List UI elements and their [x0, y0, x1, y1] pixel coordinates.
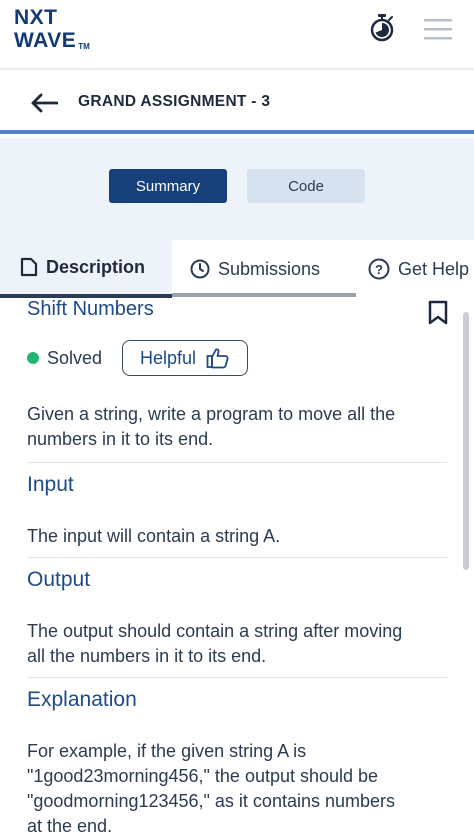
tab-get-help-label: Get Help	[398, 258, 470, 279]
status-label: Solved	[47, 347, 103, 368]
problem-tabs: Description Submissions ? Get Help	[0, 240, 474, 298]
logo-line1: NXT	[14, 6, 58, 29]
view-toggle: Summary Code	[0, 138, 474, 240]
solved-dot	[27, 352, 39, 364]
explanation-line: "goodmorning123456," as it contains numb…	[27, 791, 396, 811]
helpful-label: Helpful	[139, 347, 197, 368]
nxtwave-logo[interactable]: NXT WAVE TM	[14, 7, 90, 51]
tab-submissions[interactable]: Submissions	[190, 240, 320, 298]
description-line: Given a string, write a program to move …	[27, 404, 396, 424]
problem-title: Shift Numbers	[27, 298, 154, 320]
explanation-line: at the end.	[27, 816, 113, 833]
document-icon	[20, 257, 38, 277]
bookmark-icon[interactable]	[427, 300, 449, 326]
explanation-line: "1good23morning456," the output should b…	[27, 766, 379, 786]
tab-description-label: Description	[46, 256, 146, 277]
assignment-title: GRAND ASSIGNMENT - 3	[78, 93, 271, 110]
code-button[interactable]: Code	[247, 169, 365, 203]
clock-icon	[190, 259, 210, 279]
tab-submissions-label: Submissions	[218, 258, 321, 279]
helpful-button[interactable]: Helpful	[122, 340, 248, 376]
back-arrow-icon[interactable]	[30, 92, 58, 114]
problem-content: Shift Numbers Solved Helpful Given a str…	[0, 298, 474, 833]
divider	[27, 462, 447, 463]
question-circle-icon: ?	[368, 258, 390, 280]
content-scrollbar[interactable]	[463, 312, 469, 570]
output-line: The output should contain a string after…	[27, 621, 403, 641]
problem-description: Given a string, write a program to move …	[27, 402, 447, 452]
tab-description[interactable]: Description	[0, 240, 172, 298]
hamburger-menu-icon[interactable]	[424, 18, 452, 40]
output-line: all the numbers in it to its end.	[27, 646, 267, 666]
input-heading: Input	[27, 473, 74, 496]
stopwatch-icon[interactable]	[369, 13, 395, 43]
explanation-text: For example, if the given string A is "1…	[27, 739, 447, 833]
assignment-bar: GRAND ASSIGNMENT - 3	[0, 72, 474, 134]
divider	[27, 557, 447, 558]
description-line: numbers in it to its end.	[27, 429, 214, 449]
top-header: NXT WAVE TM	[0, 0, 474, 70]
divider	[27, 677, 447, 678]
svg-text:?: ?	[375, 262, 383, 277]
thumbs-up-icon	[206, 348, 229, 369]
output-text: The output should contain a string after…	[27, 619, 447, 669]
logo-line2: WAVE	[14, 29, 77, 52]
explanation-line: For example, if the given string A is	[27, 741, 307, 761]
tabs-underline	[172, 293, 356, 297]
tab-get-help[interactable]: ? Get Help	[368, 240, 469, 298]
summary-button[interactable]: Summary	[109, 169, 227, 203]
solved-status: Solved	[27, 340, 102, 376]
output-heading: Output	[27, 568, 91, 591]
explanation-heading: Explanation	[27, 688, 137, 711]
input-text: The input will contain a string A.	[27, 526, 281, 546]
logo-tm: TM	[78, 42, 90, 51]
